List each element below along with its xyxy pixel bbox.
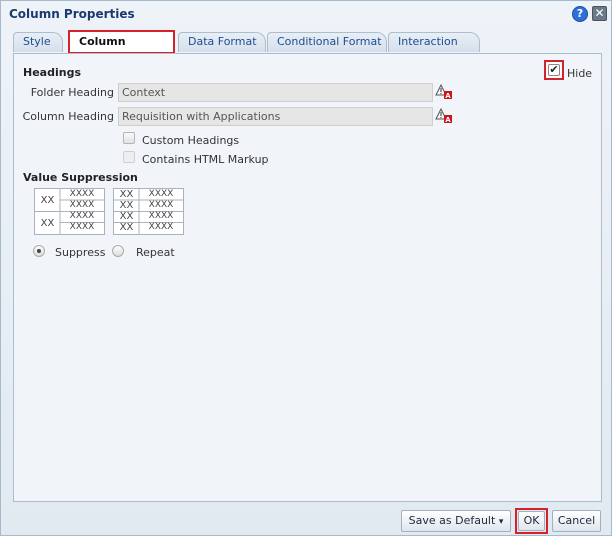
custom-headings-checkbox[interactable] (123, 132, 135, 144)
save-as-default-label: Save as Default (408, 514, 496, 527)
repeat-preview-grid: XX XX XX XX XXXX XXXX XXXX XXXX (113, 188, 184, 235)
suppress-preview-grid: XX XX XXXX XXXX XXXX XXXX (34, 188, 105, 235)
suppress-label: Suppress (55, 246, 106, 259)
value-suppression-section-label: Value Suppression (23, 171, 138, 184)
tab-label: Interaction (398, 35, 458, 48)
tab-label: Data Format (188, 35, 257, 48)
group-cell: XX (119, 222, 134, 233)
warning-icon[interactable]: A (435, 108, 453, 124)
hide-checkbox[interactable]: ✔ (548, 64, 560, 76)
title-bar: Column Properties ? ✕ (1, 1, 611, 27)
svg-text:A: A (445, 116, 451, 124)
hide-label: Hide (567, 67, 593, 80)
tab-conditional-format[interactable]: Conditional Format (267, 32, 387, 52)
value-cell: XXXX (148, 200, 174, 210)
svg-text:A: A (445, 92, 451, 100)
value-cell: XXXX (69, 211, 95, 221)
cancel-button[interactable]: Cancel (552, 510, 601, 532)
group-cell: XX (40, 195, 55, 206)
tab-column-format[interactable]: Column Format (68, 30, 175, 68)
group-cell: XX (40, 218, 55, 229)
tab-label: Style (23, 35, 51, 48)
warning-icon[interactable]: A (435, 84, 453, 100)
group-cell: XX (119, 211, 134, 222)
suppress-radio[interactable] (33, 245, 45, 257)
html-markup-label: Contains HTML Markup (142, 153, 269, 166)
value-cell: XXXX (69, 222, 95, 232)
folder-heading-label: Folder Heading (30, 86, 114, 99)
tab-label: Conditional Format (277, 35, 382, 48)
value-cell: XXXX (148, 189, 174, 199)
tab-style[interactable]: Style (13, 32, 63, 52)
group-cell: XX (119, 200, 134, 211)
repeat-label: Repeat (136, 246, 175, 259)
tab-data-format[interactable]: Data Format (178, 32, 266, 52)
value-cell: XXXX (69, 200, 95, 210)
custom-headings-label: Custom Headings (142, 134, 240, 147)
folder-heading-field[interactable]: Context (118, 83, 433, 102)
ok-button[interactable]: OK (518, 511, 545, 531)
tab-interaction[interactable]: Interaction (388, 32, 480, 52)
chevron-down-icon: ▾ (498, 517, 504, 527)
repeat-radio[interactable] (112, 245, 124, 257)
group-cell: XX (119, 189, 134, 200)
headings-section-label: Headings (23, 66, 81, 79)
column-properties-dialog: Column Properties ? ✕ Style Column Forma… (0, 0, 612, 536)
hide-checkbox-highlight: ✔ (544, 60, 564, 80)
column-heading-label: Column Heading (22, 110, 114, 123)
value-cell: XXXX (148, 211, 174, 221)
close-icon[interactable]: ✕ (592, 6, 607, 21)
save-as-default-button[interactable]: Save as Default ▾ (401, 510, 511, 532)
column-heading-field[interactable]: Requisition with Applications (118, 107, 433, 126)
help-icon[interactable]: ? (572, 6, 588, 22)
html-markup-checkbox[interactable] (123, 151, 135, 163)
value-cell: XXXX (69, 189, 95, 199)
dialog-title: Column Properties (9, 7, 135, 21)
value-cell: XXXX (148, 222, 174, 232)
